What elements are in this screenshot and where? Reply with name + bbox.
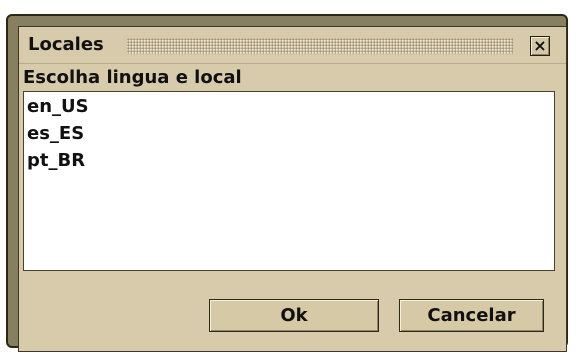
ok-button[interactable]: Ok	[209, 299, 379, 332]
dialog-title: Locales	[28, 34, 104, 55]
cancel-button[interactable]: Cancelar	[399, 299, 544, 332]
dialog-frame: Locales × Escolha lingua e local en_US e…	[6, 14, 568, 352]
dialog-titlebar[interactable]: Locales ×	[19, 27, 566, 64]
list-item-pt-br[interactable]: pt_BR	[27, 150, 85, 171]
dialog-button-bar: Ok Cancelar	[23, 281, 555, 343]
prompt-label: Escolha lingua e local	[23, 67, 242, 88]
dialog-panel: Locales × Escolha lingua e local en_US e…	[18, 26, 567, 352]
title-grip-pattern[interactable]	[127, 38, 513, 54]
list-item-es-es[interactable]: es_ES	[27, 123, 84, 144]
list-item-en-us[interactable]: en_US	[27, 96, 89, 117]
locale-listbox[interactable]: en_US es_ES pt_BR	[23, 91, 555, 271]
close-icon[interactable]: ×	[530, 36, 550, 56]
